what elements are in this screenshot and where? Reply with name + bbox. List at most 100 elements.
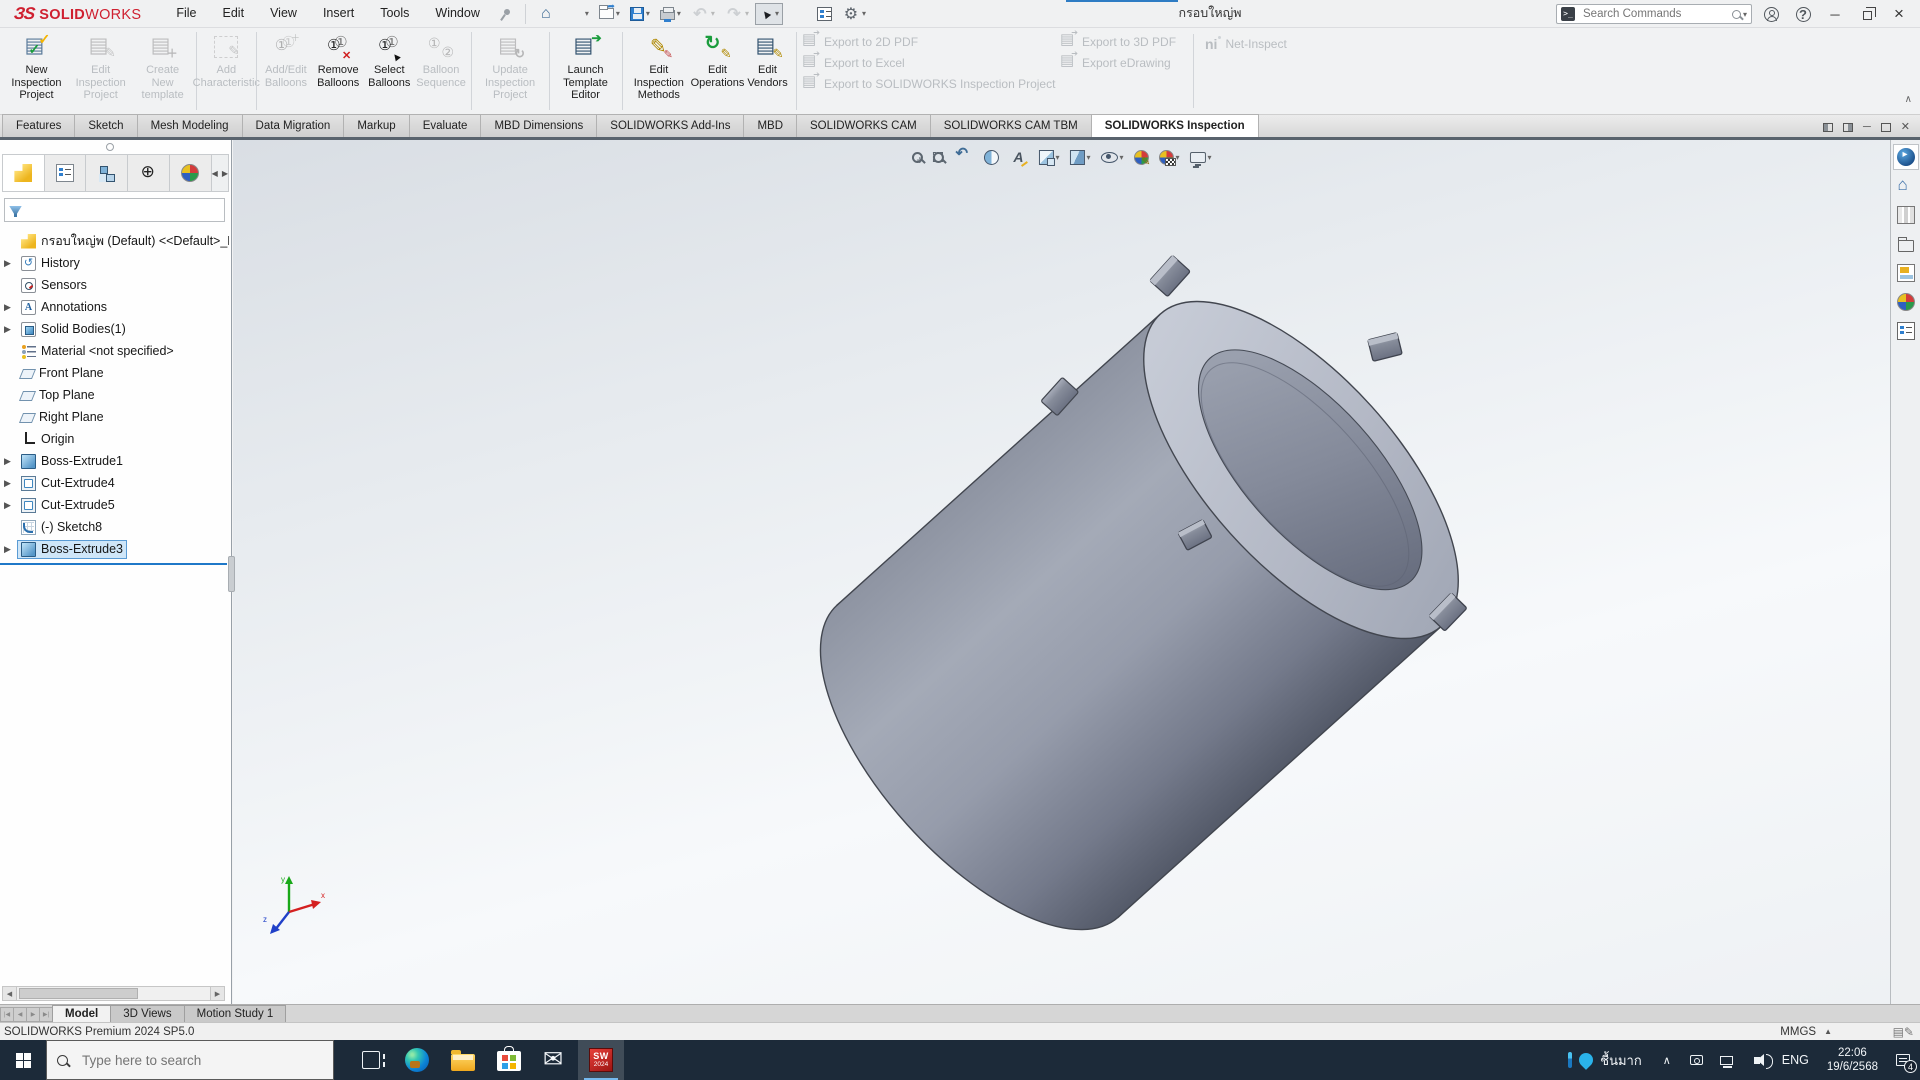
tree-item-right-plane[interactable]: Right Plane [0, 406, 229, 428]
panel-horizontal-scrollbar[interactable]: ◀ ▶ [2, 986, 225, 1001]
tab-mbd[interactable]: MBD [743, 114, 797, 137]
expand-arrow[interactable]: ▶ [4, 456, 17, 467]
open-button[interactable]: ▾ [595, 5, 624, 22]
tree-item-cut-extrude4[interactable]: ▶Cut-Extrude4 [0, 472, 229, 494]
tab-features[interactable]: Features [2, 114, 75, 137]
part-model[interactable] [233, 140, 1890, 1004]
last-sheet-button[interactable]: ▶| [39, 1007, 53, 1022]
taskbar-app-task-view[interactable] [348, 1040, 394, 1080]
first-sheet-button[interactable]: |◀ [0, 1007, 14, 1022]
redo-button[interactable]: ↷▾ [721, 2, 753, 26]
tree-filter-box[interactable] [4, 198, 225, 222]
network-button[interactable] [1715, 1040, 1739, 1080]
expand-arrow[interactable]: ▶ [4, 324, 17, 335]
tab-markup[interactable]: Markup [343, 114, 409, 137]
displaymanager-tab[interactable] [170, 155, 212, 191]
restore-button[interactable] [1854, 2, 1880, 26]
select-button[interactable]: ▾ [755, 3, 783, 25]
configurationmanager-tab[interactable] [86, 155, 128, 191]
tree-item-history[interactable]: ▶History [0, 252, 229, 274]
scroll-right-arrow[interactable]: ▶ [210, 987, 224, 1000]
remove-balloons-button[interactable]: Remove Balloons [312, 28, 364, 114]
print-button[interactable]: ▾ [656, 4, 685, 23]
start-button[interactable] [0, 1040, 46, 1080]
tab-solidworks-cam[interactable]: SOLIDWORKS CAM [796, 114, 931, 137]
search-commands-box[interactable]: >_ ▾ [1556, 4, 1752, 24]
dropdown-caret[interactable]: ▾ [862, 9, 866, 18]
doc-minimize-icon[interactable]: ─ [1863, 118, 1871, 136]
custom-properties-button[interactable] [1893, 318, 1919, 344]
doc-restore-icon[interactable] [1881, 123, 1891, 132]
tab-solidworks-cam-tbm[interactable]: SOLIDWORKS CAM TBM [930, 114, 1092, 137]
solidworks-resources-button[interactable] [1893, 173, 1919, 199]
dropdown-caret[interactable]: ▾ [646, 9, 650, 18]
dropdown-caret[interactable]: ▾ [711, 9, 715, 18]
select-balloons-button[interactable]: Select Balloons [364, 28, 414, 114]
minimize-button[interactable]: ─ [1822, 2, 1848, 26]
new-inspection-project-button[interactable]: New Inspection Project [4, 28, 69, 114]
dimxpertmanager-tab[interactable] [128, 155, 170, 191]
clock[interactable]: 22:06 19/6/2568 [1819, 1040, 1886, 1080]
traffic-light-button[interactable] [785, 2, 811, 26]
tree-item-top-plane[interactable]: Top Plane [0, 384, 229, 406]
search-commands-input[interactable] [1581, 7, 1732, 21]
taskbar-app-mail[interactable] [532, 1040, 578, 1080]
dropdown-caret[interactable]: ▾ [745, 9, 749, 18]
tree-item-boss-extrude3[interactable]: ▶Boss-Extrude3 [0, 538, 229, 560]
tab-sketch[interactable]: Sketch [74, 114, 137, 137]
view-palette-button[interactable] [1893, 260, 1919, 286]
scrollbar-thumb[interactable] [19, 988, 138, 999]
tree-item-boss-extrude1[interactable]: ▶Boss-Extrude1 [0, 450, 229, 472]
tree-item-sensors[interactable]: Sensors [0, 274, 229, 296]
tree-root-item[interactable]: กรอบใหญ่พ (Default) <<Default>_Displ [0, 230, 229, 252]
appearances-button[interactable] [1893, 289, 1919, 315]
expand-arrow[interactable]: ▶ [4, 544, 17, 555]
weather-widget[interactable]: ชื้นมาก [1558, 1040, 1651, 1080]
menu-file[interactable]: File [163, 0, 209, 27]
dropdown-caret[interactable]: ▾ [677, 9, 681, 18]
graphics-viewport[interactable]: ▾▾▾▾▾ [233, 140, 1890, 1004]
collapse-ribbon-button[interactable]: ∧ [1905, 94, 1912, 105]
launch-template-editor-button[interactable]: Launch Template Editor [552, 28, 618, 114]
menu-window[interactable]: Window [422, 0, 492, 27]
edit-vendors-button[interactable]: Edit Vendors [743, 28, 793, 114]
tile-left-icon[interactable] [1823, 123, 1833, 132]
close-button[interactable]: × [1886, 2, 1912, 26]
search-icon[interactable] [1732, 10, 1741, 19]
dropdown-caret[interactable]: ▾ [616, 9, 620, 18]
language-indicator[interactable]: ENG [1772, 1040, 1819, 1080]
meet-now-button[interactable] [1685, 1040, 1709, 1080]
doc-tab-motion-study-1[interactable]: Motion Study 1 [184, 1005, 287, 1022]
rollback-bar[interactable] [0, 563, 227, 565]
tab-solidworks-inspection[interactable]: SOLIDWORKS Inspection [1091, 114, 1259, 137]
menu-view[interactable]: View [257, 0, 310, 27]
tree-item-annotations[interactable]: ▶Annotations [0, 296, 229, 318]
tab-evaluate[interactable]: Evaluate [409, 114, 482, 137]
tab-data-migration[interactable]: Data Migration [242, 114, 345, 137]
tree-item-material-not-specified[interactable]: Material <not specified> [0, 340, 229, 362]
expand-arrow[interactable]: ▶ [4, 302, 17, 313]
account-button[interactable] [1758, 2, 1784, 26]
doc-tab-3d-views[interactable]: 3D Views [110, 1005, 184, 1022]
tab-mbd-dimensions[interactable]: MBD Dimensions [480, 114, 597, 137]
next-sheet-button[interactable]: ▶ [26, 1007, 40, 1022]
help-button[interactable]: ? [1790, 2, 1816, 26]
new-document-button[interactable]: ▾ [561, 2, 593, 26]
scroll-left-arrow[interactable]: ◀ [212, 169, 218, 178]
propertymanager-tab[interactable] [45, 155, 87, 191]
menu-tools[interactable]: Tools [367, 0, 422, 27]
design-library-button[interactable] [1893, 202, 1919, 228]
edit-inspection-methods-button[interactable]: Edit Inspection Methods [625, 28, 692, 114]
tray-overflow-button[interactable]: ∧ [1655, 1040, 1679, 1080]
save-button[interactable]: ▾ [626, 4, 654, 24]
edit-operations-button[interactable]: Edit Operations [693, 28, 743, 114]
doc-tab-model[interactable]: Model [52, 1005, 111, 1022]
menu-edit[interactable]: Edit [210, 0, 258, 27]
menu-insert[interactable]: Insert [310, 0, 367, 27]
expand-arrow[interactable]: ▶ [4, 478, 17, 489]
expand-arrow[interactable]: ▶ [4, 258, 17, 269]
taskbar-app-store[interactable] [486, 1040, 532, 1080]
expand-arrow[interactable]: ▶ [4, 500, 17, 511]
undo-button[interactable]: ↶▾ [687, 2, 719, 26]
3dexperience-button[interactable] [1893, 144, 1919, 170]
